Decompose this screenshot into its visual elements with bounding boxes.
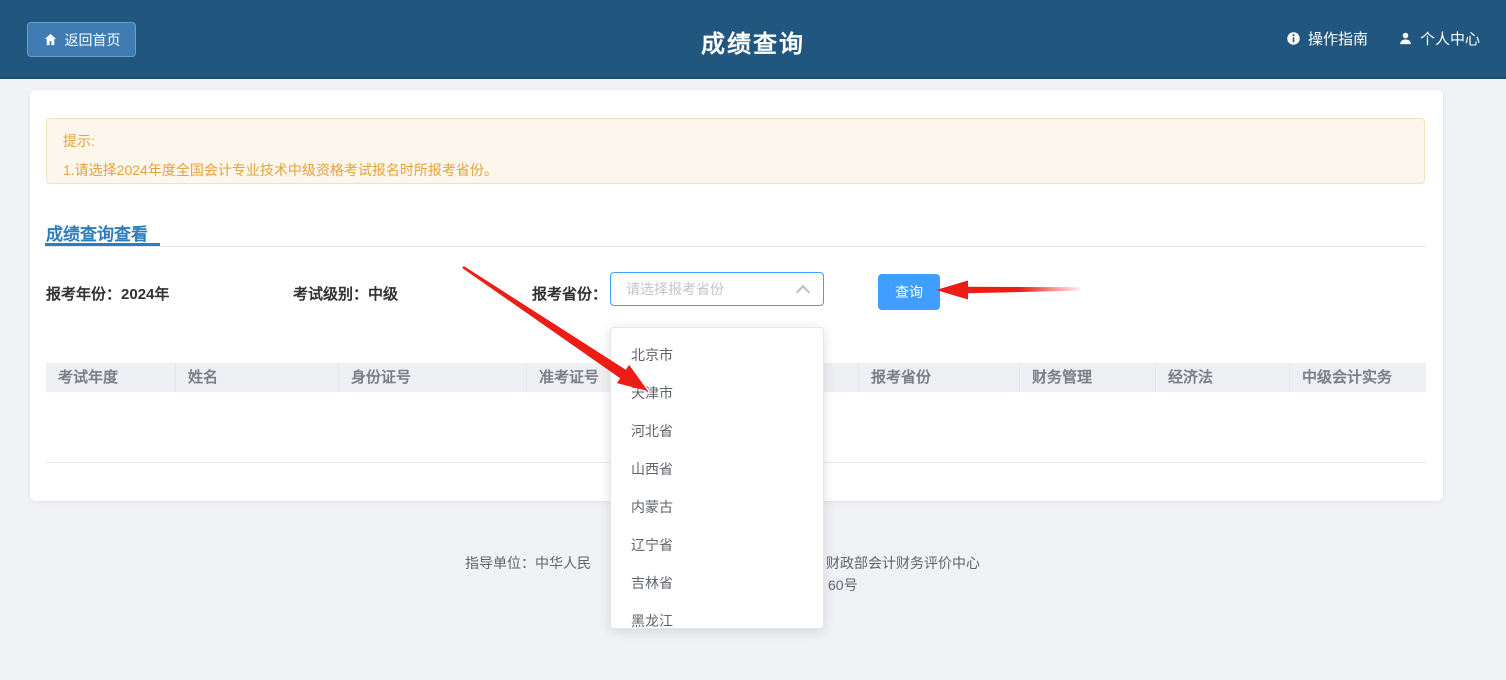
table-header-cell: 报考省份 — [858, 363, 1019, 392]
tab-score-query-view[interactable]: 成绩查询查看 — [46, 220, 148, 245]
query-button[interactable]: 查询 — [878, 274, 940, 310]
province-option[interactable]: 吉林省 — [611, 564, 823, 602]
dropdown-caret — [646, 327, 662, 335]
province-option[interactable]: 内蒙古 — [611, 488, 823, 526]
table-header-cell: 中级会计实务 — [1289, 363, 1426, 392]
footer-line1-right: 财政部会计财务评价中心 — [826, 553, 980, 573]
notice-alert: 提示: 1.请选择2024年度全国会计专业技术中级资格考试报名时所报考省份。 — [46, 118, 1425, 184]
footer-line1-left: 指导单位：中华人民 — [465, 553, 591, 573]
table-header-cell: 经济法 — [1155, 363, 1289, 392]
filter-exam-year: 报考年份：2024年 — [46, 283, 169, 304]
notice-message: 1.请选择2024年度全国会计专业技术中级资格考试报名时所报考省份。 — [63, 159, 1408, 181]
operation-guide-label: 操作指南 — [1308, 28, 1368, 49]
province-option[interactable]: 山西省 — [611, 450, 823, 488]
personal-center-label: 个人中心 — [1420, 28, 1480, 49]
exam-level-value: 中级 — [368, 286, 398, 303]
province-option[interactable]: 辽宁省 — [611, 526, 823, 564]
user-icon — [1398, 31, 1413, 46]
table-header-cell: 姓名 — [175, 363, 338, 392]
exam-level-label: 考试级别： — [293, 286, 368, 303]
chevron-up-icon — [796, 285, 810, 299]
tab-divider — [45, 246, 1426, 247]
province-dropdown-panel: 北京市 天津市 河北省 山西省 内蒙古 辽宁省 吉林省 黑龙江 — [610, 327, 824, 629]
exam-year-value: 2024年 — [121, 286, 169, 303]
top-bar-right: 操作指南 个人中心 — [1286, 0, 1480, 77]
notice-title: 提示: — [63, 130, 1408, 152]
table-header-cell: 身份证号 — [338, 363, 526, 392]
province-label: 报考省份： — [532, 283, 607, 304]
operation-guide-link[interactable]: 操作指南 — [1286, 28, 1368, 49]
province-option[interactable]: 天津市 — [611, 374, 823, 412]
table-header-cell: 财务管理 — [1019, 363, 1155, 392]
province-option[interactable]: 河北省 — [611, 412, 823, 450]
table-header-cell: 考试年度 — [46, 363, 175, 392]
footer-line2: 60号 — [828, 575, 858, 595]
page-title: 成绩查询 — [0, 24, 1506, 59]
exam-year-label: 报考年份： — [46, 286, 121, 303]
top-bar: 返回首页 成绩查询 操作指南 个人中心 — [0, 0, 1506, 79]
personal-center-link[interactable]: 个人中心 — [1398, 28, 1480, 49]
province-select-placeholder: 请选择报考省份 — [626, 279, 724, 299]
province-option[interactable]: 黑龙江 — [611, 602, 823, 629]
province-option[interactable]: 北京市 — [611, 336, 823, 374]
province-select[interactable]: 请选择报考省份 — [610, 272, 824, 306]
filter-exam-level: 考试级别：中级 — [293, 283, 398, 304]
info-icon — [1286, 31, 1301, 46]
